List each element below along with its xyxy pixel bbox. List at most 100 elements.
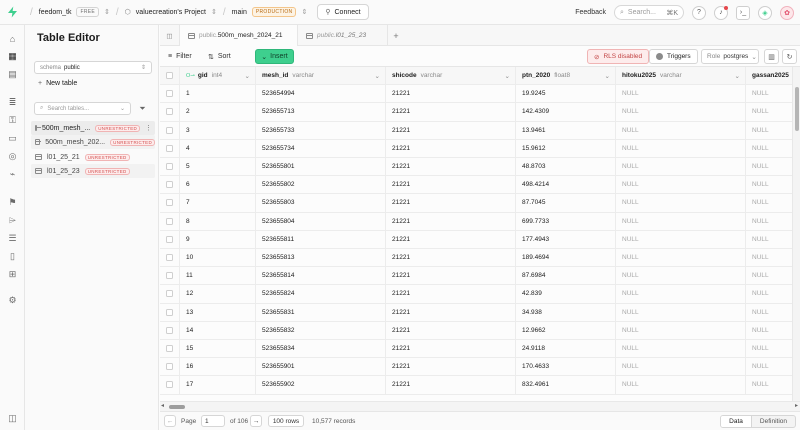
assistant-icon[interactable]: ◈ — [758, 5, 772, 20]
row-checkbox[interactable] — [166, 363, 173, 371]
definition-view-tab[interactable]: Definition — [752, 416, 795, 427]
supabase-logo-icon[interactable] — [0, 0, 24, 25]
row-checkbox[interactable] — [166, 290, 173, 298]
new-table-button[interactable]: + New table — [34, 77, 123, 89]
scroll-left-icon[interactable]: ◂ — [161, 402, 164, 409]
table-cell[interactable]: 699.7733 — [516, 212, 616, 230]
toggle-sidebar-icon[interactable]: ◫ — [160, 25, 180, 46]
table-cell[interactable]: NULL — [616, 230, 746, 248]
filter-icon[interactable]: ⏷ — [136, 102, 149, 115]
table-cell[interactable]: 21221 — [386, 158, 516, 176]
table-cell[interactable]: 523655811 — [256, 230, 386, 248]
table-cell[interactable]: NULL — [746, 249, 792, 266]
next-page-icon[interactable]: → — [250, 415, 262, 427]
triggers-button[interactable]: Triggers — [649, 49, 698, 64]
table-cell[interactable]: 87.6984 — [516, 267, 616, 285]
chevron-down-icon[interactable]: ⌄ — [245, 72, 250, 80]
table-cell[interactable]: NULL — [746, 285, 792, 302]
terminal-icon[interactable]: ›_ — [736, 5, 750, 20]
sidebar-table-item[interactable]: l01_25_23 UNRESTRICTED — [31, 164, 155, 178]
table-cell[interactable]: 21221 — [386, 85, 516, 103]
table-cell[interactable]: 21221 — [386, 303, 516, 321]
schema-select[interactable]: schema public ⇕ — [34, 61, 152, 74]
table-cell[interactable]: 523655834 — [256, 340, 386, 358]
more-options-icon[interactable]: ⋮ — [145, 124, 152, 132]
column-header-hitoku2025[interactable]: hitoku2025 varchar ⌄ — [616, 67, 746, 85]
table-editor-icon[interactable]: ▦ — [7, 51, 18, 62]
table-cell[interactable]: 2 — [180, 103, 256, 121]
table-cell[interactable]: 7 — [180, 194, 256, 212]
sidebar-table-item[interactable]: 500m_mesh_202... UNRESTRICTED — [31, 135, 155, 149]
settings-icon[interactable]: ⚙ — [7, 295, 18, 306]
table-cell[interactable]: 523655713 — [256, 103, 386, 121]
table-cell[interactable]: 15 — [180, 340, 256, 358]
table-cell[interactable]: 21221 — [386, 249, 516, 267]
table-cell[interactable]: NULL — [616, 321, 746, 339]
table-cell[interactable]: 498.4214 — [516, 176, 616, 194]
row-checkbox[interactable] — [166, 144, 173, 152]
table-cell[interactable]: NULL — [746, 176, 792, 193]
table-cell[interactable]: 21221 — [386, 267, 516, 285]
row-checkbox[interactable] — [166, 308, 173, 316]
prev-page-icon[interactable]: ← — [164, 415, 176, 427]
table-cell[interactable]: 10 — [180, 249, 256, 267]
row-checkbox[interactable] — [166, 381, 173, 389]
table-cell[interactable]: NULL — [746, 85, 792, 102]
global-search[interactable]: ⌕ Search... ⌘K — [614, 5, 684, 20]
row-checkbox[interactable] — [166, 199, 173, 207]
table-cell[interactable]: 1 — [180, 85, 256, 103]
auth-icon[interactable]: ⚿ — [7, 115, 18, 126]
table-cell[interactable]: NULL — [746, 122, 792, 139]
table-cell[interactable]: 523655832 — [256, 321, 386, 339]
table-cell[interactable]: 21221 — [386, 121, 516, 139]
edge-functions-icon[interactable]: ◎ — [7, 151, 18, 162]
table-cell[interactable]: NULL — [746, 213, 792, 230]
role-select[interactable]: Role postgres ⌄ — [701, 49, 759, 64]
table-cell[interactable]: 6 — [180, 176, 256, 194]
table-cell[interactable]: 48.8703 — [516, 158, 616, 176]
advisors-icon[interactable]: ⚑ — [7, 197, 18, 208]
row-checkbox[interactable] — [166, 272, 173, 280]
search-tables-input[interactable]: ⌕ Search tables... ⌄ — [34, 102, 131, 115]
table-cell[interactable]: 21221 — [386, 139, 516, 157]
table-cell[interactable]: 523655734 — [256, 139, 386, 157]
table-cell[interactable]: 523655814 — [256, 267, 386, 285]
table-cell[interactable]: NULL — [746, 304, 792, 321]
table-cell[interactable]: 11 — [180, 267, 256, 285]
storage-icon[interactable]: ▭ — [7, 133, 18, 144]
table-cell[interactable]: NULL — [746, 231, 792, 248]
project-switcher[interactable]: ⬡ valuecreation's Project ⇕ — [125, 8, 217, 17]
table-cell[interactable]: 14 — [180, 321, 256, 339]
home-icon[interactable]: ⌂ — [7, 33, 18, 44]
new-tab-button[interactable]: + — [388, 25, 404, 46]
row-checkbox[interactable] — [166, 217, 173, 225]
table-cell[interactable]: 523655802 — [256, 176, 386, 194]
row-checkbox[interactable] — [166, 90, 173, 98]
select-all-checkbox[interactable] — [166, 72, 173, 80]
table-cell[interactable]: NULL — [616, 139, 746, 157]
table-cell[interactable]: 16 — [180, 358, 256, 376]
filter-button[interactable]: ≡ Filter — [168, 50, 192, 63]
table-cell[interactable]: NULL — [616, 285, 746, 303]
table-cell[interactable]: 42.839 — [516, 285, 616, 303]
table-cell[interactable]: 21221 — [386, 358, 516, 376]
table-cell[interactable]: NULL — [616, 194, 746, 212]
table-cell[interactable]: 523655902 — [256, 376, 386, 394]
column-header-gid[interactable]: O⊸ gid int4 ⌄ — [180, 67, 256, 85]
table-cell[interactable]: NULL — [746, 340, 792, 357]
row-checkbox[interactable] — [166, 126, 173, 134]
table-cell[interactable]: NULL — [616, 249, 746, 267]
table-cell[interactable]: 832.4961 — [516, 376, 616, 394]
table-cell[interactable]: 21221 — [386, 285, 516, 303]
rows-per-page-select[interactable]: 100 rows — [268, 415, 304, 427]
row-checkbox[interactable] — [166, 235, 173, 243]
tab-table[interactable]: public. 500m_mesh_2024_21 — [180, 25, 298, 46]
reports-icon[interactable]: ⌲ — [7, 215, 18, 226]
table-cell[interactable]: NULL — [746, 140, 792, 157]
column-header-mesh_id[interactable]: mesh_id varchar ⌄ — [256, 67, 386, 85]
table-cell[interactable]: NULL — [616, 358, 746, 376]
insert-button[interactable]: ⌄ Insert — [255, 49, 294, 64]
row-checkbox[interactable] — [166, 181, 173, 189]
table-cell[interactable]: 21221 — [386, 176, 516, 194]
column-header-shicode[interactable]: shicode varchar ⌄ — [386, 67, 516, 85]
